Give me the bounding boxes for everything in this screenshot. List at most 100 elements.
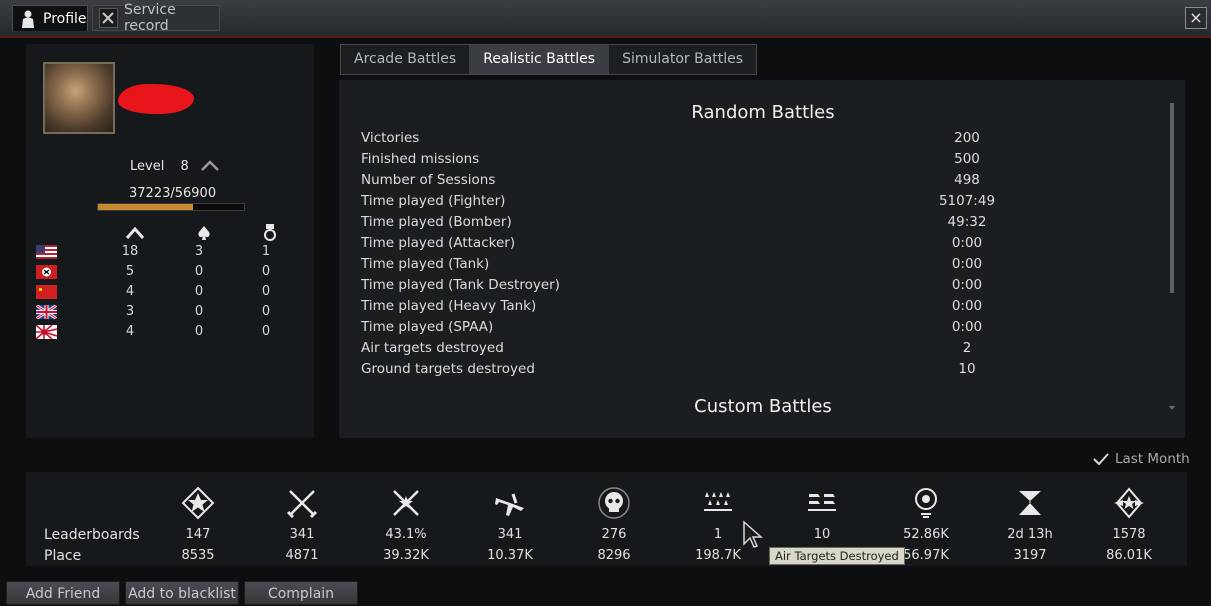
stat-label: Time played (Heavy Tank) (361, 298, 537, 314)
redacted-player-name (118, 84, 194, 114)
leaderboard-column[interactable]: 1578 86.01K (1089, 486, 1169, 563)
tab-service-record-label: Service record (123, 2, 176, 34)
leaderboard-value: 147 (185, 527, 211, 542)
country-vehicles-count: 3 (125, 304, 135, 319)
crossed-swords-star-icon[interactable] (389, 486, 423, 520)
country-row: 3 0 0 (35, 303, 296, 323)
last-month-label: Last Month (1115, 451, 1190, 467)
stat-label: Time played (Tank) (361, 256, 490, 272)
leaderboard-value: 276 (601, 527, 627, 542)
place-label: Place (44, 548, 82, 564)
add-to-blacklist-button[interactable]: Add to blacklist (125, 581, 239, 605)
crossed-swords-icon[interactable] (285, 486, 319, 520)
country-row: 4 0 0 (35, 323, 296, 343)
winged-badge-icon[interactable] (1112, 486, 1146, 520)
country-aces-count: 3 (194, 244, 204, 259)
vehicles-chevron-icon (125, 224, 145, 242)
tooltip: Air Targets Destroyed (769, 547, 905, 565)
flag-badge-icon[interactable] (1013, 486, 1047, 520)
leaderboard-place: 39.32K (383, 548, 429, 563)
country-row: 18 3 1 (36, 243, 296, 263)
player-level: Level 8 (130, 159, 219, 174)
leaderboard-column[interactable]: 341 4871 (262, 486, 342, 563)
crossed-wrench-icon (99, 8, 118, 28)
tab-profile[interactable]: Profile (12, 5, 88, 31)
leaderboard-column[interactable]: 43.1% 39.32K (366, 486, 446, 563)
leaderboard-value: 52.86K (903, 527, 949, 542)
close-button[interactable]: × (1185, 7, 1207, 29)
stat-value: 200 (954, 130, 980, 146)
leaderboard-place: 8296 (597, 548, 631, 563)
scroll-down-icon[interactable] (1169, 405, 1175, 411)
rank-chevron-icon (201, 160, 219, 171)
stat-value: 5107:49 (938, 193, 996, 209)
country-medals-count: 1 (261, 244, 271, 259)
last-month-toggle[interactable]: Last Month (1093, 451, 1190, 467)
avatar (43, 62, 115, 134)
xp-progress-bar (97, 203, 245, 211)
stat-value: 0:00 (951, 235, 983, 251)
stats-scrollbar[interactable] (1169, 103, 1175, 410)
custom-battles-title: Custom Battles (694, 396, 832, 417)
leaderboard-column[interactable]: 147 8535 (158, 486, 238, 563)
star-badge-icon[interactable] (181, 486, 215, 520)
country-vehicles-count: 4 (125, 284, 135, 299)
stat-value: 2 (962, 340, 972, 356)
add-friend-button[interactable]: Add Friend (6, 581, 120, 605)
stat-value: 10 (958, 361, 976, 377)
stat-value: 0:00 (951, 319, 983, 335)
leaderboard-place: 10.37K (487, 548, 533, 563)
tab-realistic-battles[interactable]: Realistic Battles (470, 45, 610, 74)
tab-arcade-battles[interactable]: Arcade Battles (341, 45, 471, 74)
germany-flag-icon (36, 265, 57, 279)
country-medals-count: 0 (261, 284, 271, 299)
stat-label: Ground targets destroyed (361, 361, 535, 377)
country-medals-count: 0 (261, 264, 271, 279)
tab-service-record[interactable]: Service record (92, 2, 220, 34)
stat-label: Time played (Tank Destroyer) (361, 277, 560, 293)
country-medals-count: 0 (261, 304, 271, 319)
stat-label: Time played (Attacker) (361, 235, 516, 251)
leaderboard-value: 2d 13h (1007, 527, 1053, 542)
leaderboard-value: 43.1% (385, 527, 427, 542)
country-aces-count: 0 (194, 264, 204, 279)
leaderboard-column[interactable]: 341 10.37K (470, 486, 550, 563)
leaderboard-value: 1578 (1112, 527, 1146, 542)
leaderboards-label: Leaderboards (44, 527, 140, 543)
stat-label: Time played (SPAA) (361, 319, 494, 335)
leaderboard-place: 4871 (285, 548, 319, 563)
leaderboard-column[interactable]: 2d 13h 3197 (990, 486, 1070, 563)
ussr-flag-icon (36, 285, 57, 299)
britain-flag-icon (35, 303, 58, 321)
leaderboard-value: 341 (497, 527, 523, 542)
country-row: 4 0 0 (36, 283, 296, 303)
air-targets-icon[interactable] (701, 486, 735, 520)
tab-profile-label: Profile (43, 10, 87, 27)
airplane-icon[interactable] (493, 486, 527, 520)
leaderboard-value: 341 (289, 527, 315, 542)
close-icon: × (1189, 8, 1203, 27)
ground-targets-icon[interactable] (805, 486, 839, 520)
level-label: Level (130, 159, 165, 174)
xp-text: 37223/56900 (129, 186, 217, 201)
xp-progress-fill (98, 204, 194, 210)
country-aces-count: 0 (194, 304, 204, 319)
stat-value: 0:00 (951, 256, 983, 272)
person-icon (19, 10, 37, 28)
level-value: 8 (180, 159, 189, 174)
country-aces-count: 0 (194, 324, 204, 339)
scrollbar-thumb[interactable] (1170, 103, 1174, 293)
random-battles-title: Random Battles (691, 102, 835, 123)
leaderboard-column[interactable]: 276 8296 (574, 486, 654, 563)
skull-icon[interactable] (597, 486, 631, 520)
stat-label: Finished missions (361, 151, 480, 167)
leaderboard-place: 198.7K (695, 548, 741, 563)
stat-label: Air targets destroyed (361, 340, 504, 356)
stat-value: 0:00 (951, 298, 983, 314)
stat-value: 49:32 (947, 214, 987, 230)
medal-icon (260, 224, 280, 242)
complain-button[interactable]: Complain (244, 581, 358, 605)
lightbulb-icon[interactable] (909, 486, 943, 520)
country-row: 5 0 0 (36, 263, 296, 283)
tab-simulator-battles[interactable]: Simulator Battles (609, 45, 756, 74)
